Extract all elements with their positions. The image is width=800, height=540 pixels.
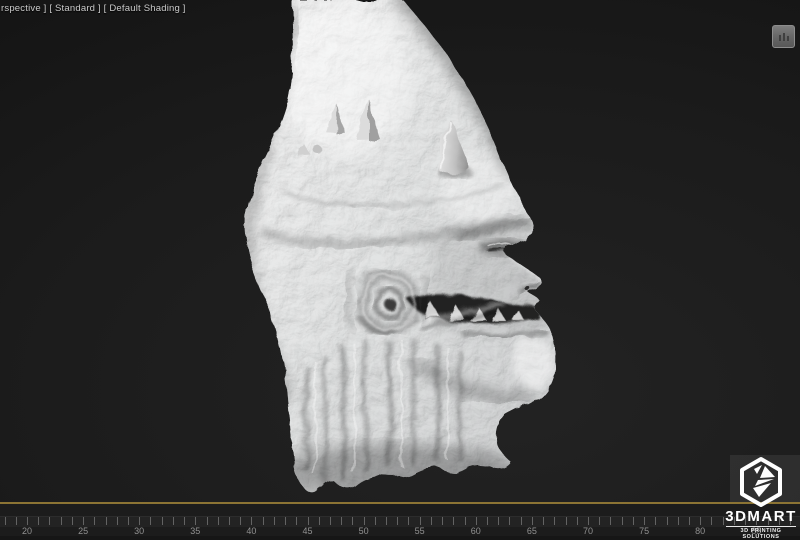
timeline-tick [566, 517, 567, 525]
timeline-frame-label: 75 [629, 526, 659, 536]
timeline-tick [644, 517, 645, 525]
timeline-tick [184, 517, 185, 525]
timeline-tick [251, 517, 252, 525]
timeline-tick [150, 517, 151, 525]
timeline-frame-label: 20 [12, 526, 42, 536]
hexagon-gem-icon [737, 456, 785, 508]
timeline-tick [487, 517, 488, 525]
watermark-tagline-text: 3D PRINTING SOLUTIONS [722, 528, 800, 540]
timeline-tick [476, 517, 477, 525]
timeline-tick [330, 517, 331, 525]
timeline-tick [229, 517, 230, 525]
timeline-tick [420, 517, 421, 525]
timeline-frame-label: 40 [236, 526, 266, 536]
timeline-tick [375, 517, 376, 525]
viewport[interactable]: rspective ] [ Standard ] [ Default Shadi… [0, 0, 800, 540]
timeline-tick [453, 517, 454, 525]
watermark-divider [726, 526, 796, 527]
timeline-frame-label: 80 [685, 526, 715, 536]
timeline-tick [38, 517, 39, 525]
timeline-tick [61, 517, 62, 525]
watermark-brand-text: 3DMART [722, 510, 800, 524]
timeline-tick [498, 517, 499, 525]
timeline-tick [408, 517, 409, 525]
sculpted-head-model[interactable] [0, 0, 800, 540]
timeline-bottom-strip [0, 536, 800, 540]
viewport-header-label[interactable]: rspective ] [ Standard ] [ Default Shadi… [1, 3, 186, 14]
timeline-frame-label: 60 [461, 526, 491, 536]
timeline-tick [554, 517, 555, 525]
timeline-tick [543, 517, 544, 525]
timeline-tick [94, 517, 95, 525]
timeline-tick [431, 517, 432, 525]
timeline-tick [599, 517, 600, 525]
timeline-tick [117, 517, 118, 525]
timeline-tick [588, 517, 589, 525]
timeline-tick [341, 517, 342, 525]
timeline-tick [218, 517, 219, 525]
timeline-tick [610, 517, 611, 525]
timeline-tick [72, 517, 73, 525]
timeline-tick [689, 517, 690, 525]
timeline-tick [274, 517, 275, 525]
viewport-nav-icon[interactable] [772, 25, 795, 48]
timeline-tick [352, 517, 353, 525]
timeline-frame-label: 65 [517, 526, 547, 536]
timeline-tick [128, 517, 129, 525]
timeline-tick [173, 517, 174, 525]
timeline-tick [308, 517, 309, 525]
timeline-frame-label: 45 [293, 526, 323, 536]
timeline-tick [622, 517, 623, 525]
timeline-tick [678, 517, 679, 525]
timeline-tick [285, 517, 286, 525]
timeline-tick [27, 517, 28, 525]
timeline-tick [509, 517, 510, 525]
timeline-frame-label: 30 [124, 526, 154, 536]
timeline-tick [162, 517, 163, 525]
timeline-frame-label: 70 [573, 526, 603, 536]
timeline-tick [397, 517, 398, 525]
timeline-tick [83, 517, 84, 525]
timeline-tick [106, 517, 107, 525]
timeline-tick [667, 517, 668, 525]
timeline-frame-label: 50 [349, 526, 379, 536]
timeline-frame-label: 55 [405, 526, 435, 536]
timeline-frame-label: 35 [180, 526, 210, 536]
timeline-tick [296, 517, 297, 525]
timeline-tick [49, 517, 50, 525]
timeline-tick [5, 517, 6, 525]
timeline-tick [319, 517, 320, 525]
timeline-tick [521, 517, 522, 525]
timeline-tick [364, 517, 365, 525]
nav-widget-glyph-icon [779, 33, 789, 41]
timeline-tick [711, 517, 712, 525]
timeline-frame-label: 25 [68, 526, 98, 536]
timeline-tick [577, 517, 578, 525]
timeline-tick [16, 517, 17, 525]
timeline-tick [442, 517, 443, 525]
timeline-tick [700, 517, 701, 525]
timeline-tick [207, 517, 208, 525]
timeline-tick [386, 517, 387, 525]
timeline-tick [655, 517, 656, 525]
timeline-tick [633, 517, 634, 525]
timeline-tick [240, 517, 241, 525]
timeline-ruler[interactable]: 2025303540455055606570758085 [0, 502, 800, 540]
timeline-tick [465, 517, 466, 525]
timeline-tick [195, 517, 196, 525]
timeline-tick [532, 517, 533, 525]
timeline-tick [139, 517, 140, 525]
timeline-tick-band [0, 516, 800, 527]
timeline-tick [263, 517, 264, 525]
watermark-logo: 3DMART 3D PRINTING SOLUTIONS [722, 455, 800, 540]
